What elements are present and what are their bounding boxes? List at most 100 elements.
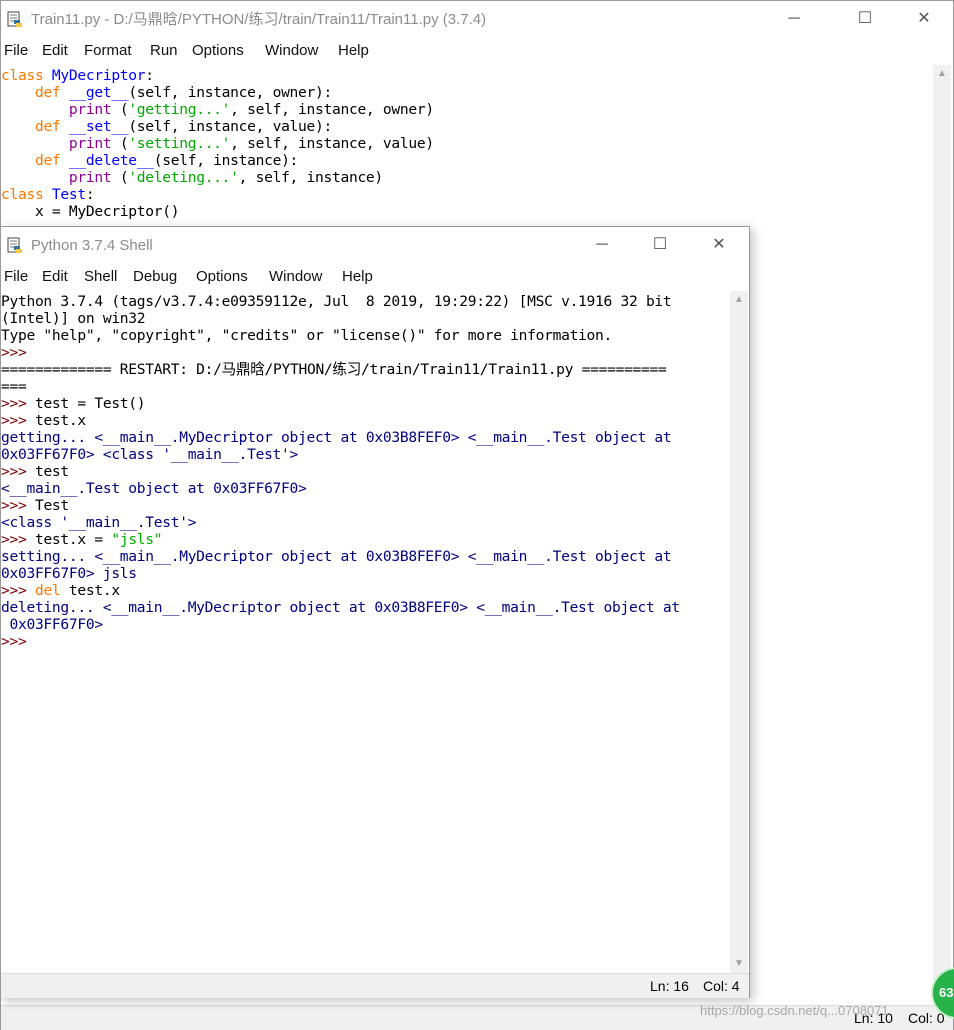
- shell-line: >>> test: [1, 463, 727, 480]
- shell-output-area[interactable]: Python 3.7.4 (tags/v3.7.4:e09359112e, Ju…: [1, 293, 727, 971]
- chevron-up-icon[interactable]: ▲: [933, 65, 951, 83]
- shell-line: >>> del test.x: [1, 582, 727, 599]
- shell-line: ============= RESTART: D:/马鼎晗/PYTHON/练习/…: [1, 361, 727, 378]
- code-token: , self, instance): [238, 169, 384, 186]
- shell-token: >>>: [1, 412, 35, 429]
- shell-menu-shell[interactable]: Shell: [84, 265, 117, 289]
- shell-line: Type "help", "copyright", "credits" or "…: [1, 327, 727, 344]
- editor-menu-format[interactable]: Format: [84, 39, 132, 63]
- shell-token: test.x: [68, 582, 120, 599]
- shell-titlebar[interactable]: Python 3.7.4 Shell ─ ☐ ✕: [1, 227, 749, 265]
- code-line: print ('getting...', self, instance, own…: [1, 101, 931, 118]
- chevron-up-icon[interactable]: ▲: [730, 291, 748, 309]
- shell-token: test = Test(): [34, 395, 146, 412]
- shell-menu-edit[interactable]: Edit: [42, 265, 68, 289]
- shell-column-number: Col: 4: [703, 978, 740, 994]
- shell-token: >>>: [1, 497, 35, 514]
- code-line: def __get__(self, instance, owner):: [1, 84, 931, 101]
- shell-line: deleting... <__main__.MyDecriptor object…: [1, 599, 727, 616]
- editor-menu-run[interactable]: Run: [150, 39, 178, 63]
- code-token: (self, instance, value):: [128, 118, 332, 135]
- shell-line: 0x03FF67F0>: [1, 616, 727, 633]
- shell-token: <class '__main__.Test'>: [1, 514, 197, 531]
- shell-token: 0x03FF67F0>: [1, 616, 103, 633]
- code-token: 'getting...': [128, 101, 231, 118]
- shell-line: >>> test.x: [1, 412, 727, 429]
- shell-token: 0x03FF67F0> <class '__main__.Test'>: [1, 446, 299, 463]
- shell-minimize-button[interactable]: ─: [579, 227, 625, 265]
- editor-menubar: File Edit Format Run Options Window Help: [1, 39, 953, 63]
- code-token: print: [68, 101, 120, 118]
- shell-token: Python 3.7.4 (tags/v3.7.4:e09359112e, Ju…: [1, 293, 672, 310]
- shell-token: "jsls": [111, 531, 163, 548]
- editor-minimize-button[interactable]: ─: [771, 1, 817, 39]
- editor-menu-help[interactable]: Help: [338, 39, 369, 63]
- editor-menu-file[interactable]: File: [4, 39, 28, 63]
- shell-token: Type "help", "copyright", "credits" or "…: [1, 327, 613, 344]
- editor-titlebar[interactable]: Train11.py - D:/马鼎晗/PYTHON/练习/train/Trai…: [1, 1, 953, 39]
- code-line: def __set__(self, instance, value):: [1, 118, 931, 135]
- shell-line: ===: [1, 378, 727, 395]
- shell-token: >>>: [1, 633, 35, 650]
- code-token: :: [85, 186, 95, 203]
- python-idle-icon: [7, 237, 22, 253]
- chevron-down-icon[interactable]: ▼: [730, 955, 748, 973]
- editor-vertical-scrollbar[interactable]: ▲: [933, 65, 951, 1001]
- shell-maximize-button[interactable]: ☐: [637, 227, 683, 265]
- shell-line: >>> Test: [1, 497, 727, 514]
- shell-token: del: [34, 582, 69, 599]
- shell-token: 0x03FF67F0> jsls: [1, 565, 137, 582]
- editor-maximize-button[interactable]: ☐: [842, 1, 888, 39]
- editor-menu-window[interactable]: Window: [265, 39, 318, 63]
- shell-vertical-scrollbar[interactable]: ▲ ▼: [730, 291, 748, 973]
- code-token: 'deleting...': [128, 169, 239, 186]
- shell-token: Test: [34, 497, 69, 514]
- shell-token: >>>: [1, 344, 35, 361]
- code-token: Test: [51, 186, 86, 203]
- shell-menu-options[interactable]: Options: [196, 265, 248, 289]
- shell-line: >>> test = Test(): [1, 395, 727, 412]
- shell-token: >>>: [1, 463, 35, 480]
- shell-token: test.x =: [34, 531, 112, 548]
- code-token: , self, instance, value): [230, 135, 434, 152]
- shell-line: >>>: [1, 633, 727, 650]
- shell-token: getting... <__main__.MyDecriptor object …: [1, 429, 672, 446]
- shell-title: Python 3.7.4 Shell: [31, 237, 153, 254]
- code-token: class: [1, 186, 52, 203]
- code-line: def __delete__(self, instance):: [1, 152, 931, 169]
- shell-line: 0x03FF67F0> jsls: [1, 565, 727, 582]
- shell-menu-file[interactable]: File: [4, 265, 28, 289]
- code-token: __set__: [68, 118, 129, 135]
- shell-line: <class '__main__.Test'>: [1, 514, 727, 531]
- editor-menu-edit[interactable]: Edit: [42, 39, 68, 63]
- code-line: print ('setting...', self, instance, val…: [1, 135, 931, 152]
- code-token: print: [68, 135, 120, 152]
- code-token: def: [34, 84, 69, 101]
- editor-code-area[interactable]: class MyDecriptor: def __get__(self, ins…: [1, 67, 931, 227]
- code-line: print ('deleting...', self, instance): [1, 169, 931, 186]
- code-token: (self, instance):: [153, 152, 299, 169]
- code-token: class: [1, 67, 52, 84]
- editor-title: Train11.py - D:/马鼎晗/PYTHON/练习/train/Trai…: [31, 11, 487, 28]
- shell-close-button[interactable]: ✕: [696, 227, 742, 265]
- shell-menu-debug[interactable]: Debug: [133, 265, 177, 289]
- shell-token: >>>: [1, 582, 35, 599]
- code-token: def: [34, 152, 69, 169]
- shell-token: >>>: [1, 395, 35, 412]
- shell-menu-window[interactable]: Window: [269, 265, 322, 289]
- editor-close-button[interactable]: ✕: [901, 1, 947, 39]
- editor-menu-options[interactable]: Options: [192, 39, 244, 63]
- shell-token: >>>: [1, 531, 35, 548]
- shell-token: test.x: [34, 412, 86, 429]
- code-token: :: [145, 67, 154, 84]
- shell-menu-help[interactable]: Help: [342, 265, 373, 289]
- python-idle-icon: [7, 11, 22, 27]
- shell-menubar: File Edit Shell Debug Options Window Hel…: [1, 265, 749, 289]
- shell-token: test: [34, 463, 69, 480]
- shell-line: <__main__.Test object at 0x03FF67F0>: [1, 480, 727, 497]
- code-token: print: [68, 169, 120, 186]
- blog-watermark: https://blog.csdn.net/q...0708071: [700, 1003, 889, 1018]
